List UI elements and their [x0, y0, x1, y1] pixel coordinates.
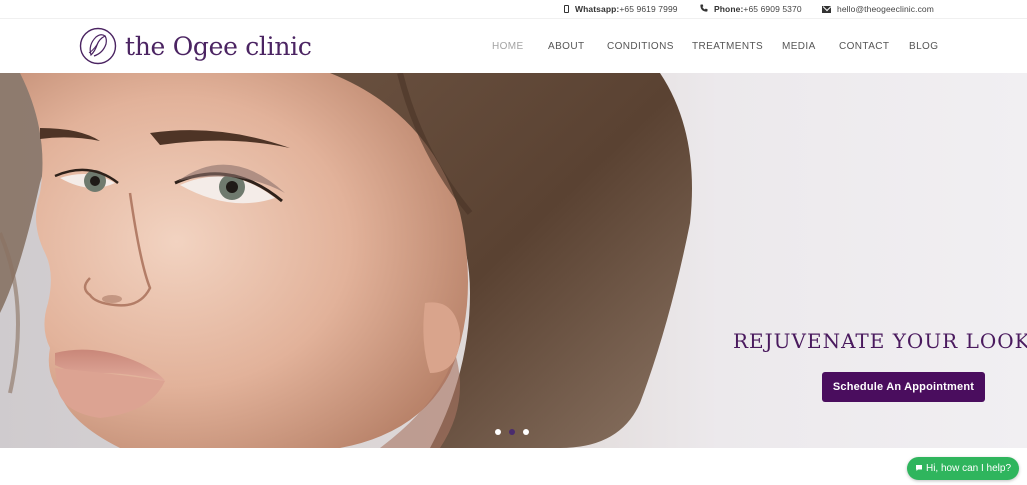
- email-address: hello@theogeeclinic.com: [837, 4, 934, 14]
- nav-item-media[interactable]: MEDIA: [782, 41, 816, 52]
- top-contact-bar: Whatsapp: +65 9619 7999 Phone: +65 6909 …: [0, 0, 1027, 18]
- email-contact[interactable]: hello@theogeeclinic.com: [822, 3, 934, 15]
- slider-dot-active[interactable]: [509, 429, 515, 435]
- hero-slider: REJUVENATE YOUR LOOK Schedule An Appoint…: [0, 73, 1027, 448]
- mobile-phone-icon: [564, 5, 569, 13]
- schedule-appointment-button[interactable]: Schedule An Appointment: [822, 372, 985, 402]
- slider-pagination: [495, 429, 529, 435]
- whatsapp-label: Whatsapp:: [575, 4, 620, 14]
- site-header: the Ogee clinic HOME ABOUT CONDITIONS TR…: [0, 18, 1027, 73]
- main-nav: HOME ABOUT CONDITIONS TREATMENTS MEDIA C…: [0, 41, 1027, 55]
- slider-dot[interactable]: [495, 429, 501, 435]
- nav-item-home[interactable]: HOME: [492, 41, 524, 52]
- nav-item-conditions[interactable]: CONDITIONS: [607, 41, 674, 52]
- whatsapp-number: +65 9619 7999: [619, 4, 678, 14]
- nav-item-about[interactable]: ABOUT: [548, 41, 584, 52]
- nav-item-treatments[interactable]: TREATMENTS: [692, 41, 763, 52]
- phone-icon: [700, 4, 708, 14]
- phone-label: Phone:: [714, 4, 744, 14]
- nav-item-contact[interactable]: CONTACT: [839, 41, 889, 52]
- phone-number: +65 6909 5370: [743, 4, 802, 14]
- chat-label: Hi, how can I help?: [925, 463, 1012, 474]
- phone-contact[interactable]: Phone: +65 6909 5370: [700, 3, 802, 15]
- nav-item-blog[interactable]: BLOG: [909, 41, 938, 52]
- hero-headline: REJUVENATE YOUR LOOK: [733, 329, 1027, 353]
- chat-widget-button[interactable]: Hi, how can I help?: [907, 457, 1019, 480]
- slider-dot[interactable]: [523, 429, 529, 435]
- whatsapp-contact[interactable]: Whatsapp: +65 9619 7999: [564, 3, 678, 15]
- envelope-icon: [822, 5, 831, 13]
- hero-portrait-image: [0, 73, 692, 448]
- chat-icon: [915, 464, 923, 474]
